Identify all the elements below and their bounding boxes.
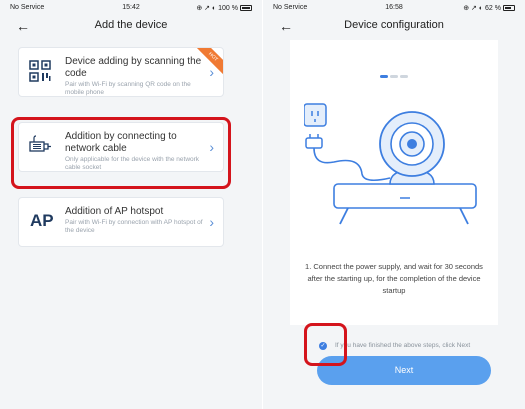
battery-percent: 62 %	[485, 5, 501, 12]
option-subtitle: Pair with Wi-Fi by scanning QR code on t…	[65, 81, 191, 96]
highlight-box	[304, 323, 347, 366]
nav-bar: ← Add the device	[0, 16, 262, 38]
status-glyphs-icon: ⊕ ↗ ◐	[463, 5, 486, 12]
device-configuration-screen: No Service 16:58 ⊕ ↗ ◐ 62 % ← Device con…	[263, 0, 525, 409]
instruction-text: 1. Connect the power supply, and wait fo…	[305, 262, 483, 295]
add-device-screen: No Service 15:42 ⊕ ↗ ◐ 100 % ← Add the d…	[0, 0, 262, 409]
highlight-box	[11, 117, 231, 189]
power-outlet-shape	[304, 103, 327, 127]
option-ap-hotspot[interactable]: AP Addition of AP hotspot Pair with Wi-F…	[18, 197, 224, 247]
option-title: Addition of AP hotspot	[65, 206, 164, 217]
shelf-shape	[333, 183, 477, 209]
page-title: Device configuration	[344, 19, 444, 31]
step-dot-active	[380, 75, 388, 78]
camera-power-illustration	[304, 103, 477, 225]
status-bar: No Service 16:58 ⊕ ↗ ◐ 62 %	[263, 4, 525, 16]
battery-icon	[240, 5, 252, 11]
chevron-right-icon: ›	[209, 64, 214, 80]
status-glyphs-icon: ⊕ ↗ ◐	[196, 5, 219, 12]
status-bar: No Service 15:42 ⊕ ↗ ◐ 100 %	[0, 4, 262, 16]
nav-bar: ← Device configuration	[263, 16, 525, 38]
battery-percent: 100 %	[218, 5, 238, 12]
option-subtitle: Pair with Wi-Fi by connection with AP ho…	[65, 219, 203, 234]
step-dot	[400, 75, 408, 78]
page-title: Add the device	[94, 19, 168, 31]
step-dot	[390, 75, 398, 78]
option-scan-code[interactable]: HOT Device adding by scanning the code P…	[18, 47, 224, 97]
option-title: Device adding by scanning the code	[65, 56, 202, 79]
status-icons: ⊕ ↗ ◐ 100 %	[196, 4, 252, 12]
confirm-label: If you have finished the above steps, cl…	[335, 342, 471, 349]
ap-icon: AP	[30, 211, 54, 230]
instruction-panel: 1. Connect the power supply, and wait fo…	[290, 40, 498, 325]
chevron-right-icon: ›	[209, 214, 214, 230]
plug-shape	[305, 137, 323, 149]
step-indicator	[290, 65, 498, 83]
status-icons: ⊕ ↗ ◐ 62 %	[463, 4, 515, 12]
qr-code-icon	[29, 60, 51, 82]
battery-icon	[503, 5, 515, 11]
